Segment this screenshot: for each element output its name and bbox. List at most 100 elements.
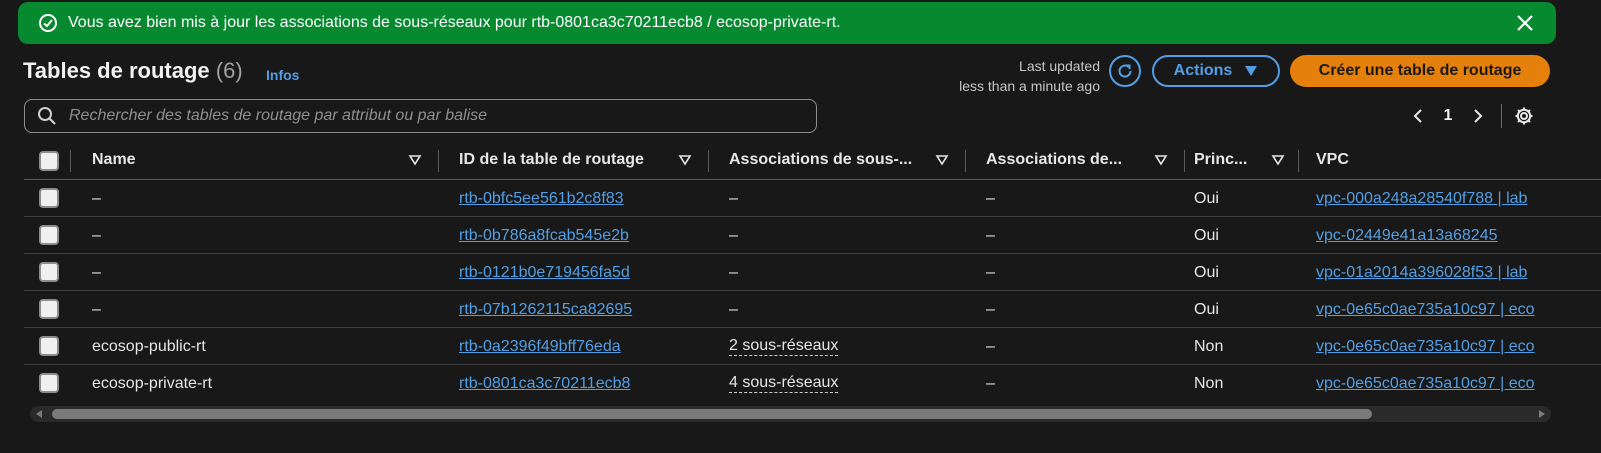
cell-main: Oui: [1194, 189, 1219, 207]
table-count: (6): [215, 58, 243, 83]
info-link[interactable]: Infos: [266, 67, 299, 83]
chevron-left-icon[interactable]: [1403, 100, 1433, 132]
cell-edge-associations: –: [986, 300, 995, 318]
check-circle-icon: [38, 13, 58, 33]
table-row[interactable]: – rtb-0bfc5ee561b2c8f83 – – Oui vpc-000a…: [24, 180, 1601, 217]
column-label: Name: [92, 151, 136, 168]
column-header-vpc[interactable]: VPC: [1316, 140, 1601, 180]
cell-subnet-associations: –: [729, 300, 738, 318]
scroll-right-icon[interactable]: [1537, 409, 1547, 419]
success-flashbar: Vous avez bien mis à jour les associatio…: [18, 2, 1556, 44]
sort-icon[interactable]: [935, 153, 949, 167]
search-box[interactable]: [24, 99, 817, 133]
vpc-link[interactable]: vpc-01a2014a396028f53 | lab: [1316, 264, 1527, 282]
cell-main: Oui: [1194, 300, 1219, 318]
actions-label: Actions: [1173, 62, 1233, 79]
table-row[interactable]: – rtb-07b1262115ca82695 – – Oui vpc-0e65…: [24, 291, 1601, 328]
row-checkbox[interactable]: [39, 188, 59, 208]
column-label: Associations de...: [986, 151, 1123, 168]
subnet-associations-popover[interactable]: 4 sous-réseaux: [729, 374, 839, 393]
table-row[interactable]: – rtb-0b786a8fcab545e2b – – Oui vpc-0244…: [24, 217, 1601, 254]
vpc-link[interactable]: vpc-0e65c0ae735a10c97 | eco: [1316, 375, 1535, 393]
column-header-subnet-associations[interactable]: Associations de sous-...: [729, 140, 984, 180]
search-icon: [37, 106, 57, 126]
chevron-right-icon[interactable]: [1463, 100, 1493, 132]
column-label: Princ...: [1194, 151, 1248, 168]
last-updated-value: less than a minute ago: [959, 78, 1100, 94]
vpc-link[interactable]: vpc-02449e41a13a68245: [1316, 227, 1498, 245]
actions-button[interactable]: Actions: [1152, 55, 1280, 87]
sort-icon[interactable]: [408, 153, 422, 167]
column-divider: [1298, 150, 1299, 172]
route-table-id-link[interactable]: rtb-0a2396f49bff76eda: [459, 338, 621, 356]
column-divider: [70, 150, 71, 172]
column-divider: [965, 150, 966, 172]
route-table-id-link[interactable]: rtb-0121b0e719456fa5d: [459, 264, 630, 282]
select-all-checkbox[interactable]: [39, 151, 59, 171]
scroll-left-icon[interactable]: [34, 409, 44, 419]
page-number[interactable]: 1: [1433, 107, 1463, 125]
pager-divider: [1501, 104, 1502, 128]
column-header-edge-associations[interactable]: Associations de...: [986, 140, 1196, 180]
column-header-name[interactable]: Name: [92, 140, 452, 180]
horizontal-scrollbar[interactable]: [30, 406, 1551, 422]
column-header-route-table-id[interactable]: ID de la table de routage: [459, 140, 729, 180]
table-header: Name ID de la table de routage Associati…: [24, 140, 1601, 180]
cell-edge-associations: –: [986, 337, 995, 355]
column-divider: [1184, 150, 1185, 172]
cell-edge-associations: –: [986, 189, 995, 207]
gear-icon[interactable]: [1508, 100, 1540, 132]
last-updated-label: Last updated: [1019, 58, 1100, 74]
refresh-icon: [1116, 62, 1134, 80]
route-table-id-link[interactable]: rtb-0b786a8fcab545e2b: [459, 227, 629, 245]
column-label: VPC: [1316, 151, 1349, 168]
row-checkbox[interactable]: [39, 336, 59, 356]
column-label: ID de la table de routage: [459, 151, 644, 168]
caret-down-icon: [1244, 65, 1258, 77]
search-input[interactable]: [69, 107, 769, 125]
cell-subnet-associations: –: [729, 189, 738, 207]
create-route-table-button[interactable]: Créer une table de routage: [1290, 55, 1550, 87]
vpc-link[interactable]: vpc-0e65c0ae735a10c97 | eco: [1316, 338, 1535, 356]
cell-main: Non: [1194, 337, 1224, 355]
route-table-id-link[interactable]: rtb-07b1262115ca82695: [459, 301, 632, 319]
page-title: Tables de routage (6): [23, 58, 243, 84]
column-divider: [708, 150, 709, 172]
row-checkbox[interactable]: [39, 225, 59, 245]
row-checkbox[interactable]: [39, 373, 59, 393]
route-table-id-link[interactable]: rtb-0bfc5ee561b2c8f83: [459, 190, 624, 208]
cell-main: Oui: [1194, 263, 1219, 281]
cell-name: –: [92, 189, 101, 207]
create-label: Créer une table de routage: [1318, 62, 1522, 79]
cell-subnet-associations: –: [729, 263, 738, 281]
cell-name: –: [92, 300, 101, 318]
scrollbar-thumb[interactable]: [52, 409, 1372, 419]
table-row[interactable]: – rtb-0121b0e719456fa5d – – Oui vpc-01a2…: [24, 254, 1601, 291]
cell-name: –: [92, 263, 101, 281]
column-label: Associations de sous-...: [729, 151, 913, 168]
close-icon[interactable]: [1514, 12, 1536, 34]
table-row[interactable]: ecosop-public-rt rtb-0a2396f49bff76eda 2…: [24, 328, 1601, 365]
cell-edge-associations: –: [986, 263, 995, 281]
sort-icon[interactable]: [1271, 153, 1285, 167]
sort-icon[interactable]: [678, 153, 692, 167]
sort-icon[interactable]: [1154, 153, 1168, 167]
pagination: 1: [1403, 100, 1540, 132]
cell-subnet-associations: –: [729, 226, 738, 244]
last-updated: Last updated less than a minute ago: [930, 56, 1100, 96]
row-checkbox[interactable]: [39, 299, 59, 319]
vpc-link[interactable]: vpc-0e65c0ae735a10c97 | eco: [1316, 301, 1535, 319]
cell-name: ecosop-public-rt: [92, 337, 206, 355]
cell-edge-associations: –: [986, 374, 995, 392]
flash-message: Vous avez bien mis à jour les associatio…: [68, 14, 841, 31]
refresh-button[interactable]: [1109, 55, 1141, 87]
cell-main: Non: [1194, 374, 1224, 392]
column-header-main[interactable]: Princ...: [1194, 140, 1304, 180]
vpc-link[interactable]: vpc-000a248a28540f788 | lab: [1316, 190, 1527, 208]
subnet-associations-popover[interactable]: 2 sous-réseaux: [729, 337, 839, 356]
cell-name: ecosop-private-rt: [92, 374, 213, 392]
cell-edge-associations: –: [986, 226, 995, 244]
route-table-id-link[interactable]: rtb-0801ca3c70211ecb8: [459, 375, 630, 393]
table-row[interactable]: ecosop-private-rt rtb-0801ca3c70211ecb8 …: [24, 365, 1601, 402]
row-checkbox[interactable]: [39, 262, 59, 282]
